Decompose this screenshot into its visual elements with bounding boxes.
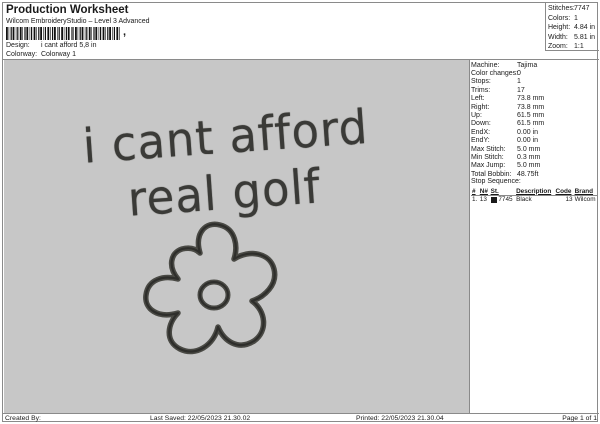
info-value: 5.0 mm — [517, 145, 541, 153]
software-subtitle: Wilcom EmbroideryStudio – Level 3 Advanc… — [6, 18, 150, 25]
info-value: 0.00 in — [517, 137, 539, 145]
col-code: Code — [555, 187, 572, 195]
design-label: Design: — [6, 42, 30, 49]
info-label: Max Jump: — [471, 162, 506, 170]
col-needle: N# — [479, 187, 488, 195]
flower-outline — [143, 221, 278, 355]
col-index: # — [472, 187, 476, 195]
worksheet-title: Production Worksheet — [6, 4, 129, 16]
info-row: Machine: Tajima — [471, 61, 598, 69]
panel-divider — [469, 59, 470, 413]
footer-page: Page 1 of 1 — [562, 415, 597, 422]
info-value: 17 — [517, 86, 525, 94]
info-value: 0.3 mm — [517, 153, 541, 161]
barcode — [6, 27, 120, 40]
info-row: Left: 73.8 mm — [471, 95, 598, 103]
info-row: Right: 73.8 mm — [471, 103, 598, 111]
stat-colors: Colors: 1 — [548, 14, 578, 22]
info-row: EndY: 0.00 in — [471, 137, 598, 145]
info-value: 5.0 mm — [517, 162, 541, 170]
info-label: Left: — [471, 95, 485, 103]
info-row: Max Jump: 5.0 mm — [471, 162, 598, 170]
col-stitches: St. — [490, 187, 499, 195]
info-label: Down: — [471, 120, 491, 128]
info-label: Max Stitch: — [471, 145, 506, 153]
footer-last-saved: Last Saved: 22/05/2023 21.30.02 — [150, 415, 251, 422]
info-row: Max Stitch: 5.0 mm — [471, 145, 598, 153]
thread-swatch — [490, 196, 497, 203]
design-preview: i cant afford real golf — [4, 60, 469, 413]
info-label: Min Stitch: — [471, 153, 504, 161]
info-value: 0.00 in — [517, 128, 539, 136]
info-value: 73.8 mm — [517, 95, 545, 103]
stats-box: Stitches: 7747 Colors: 1 Height: 4.84 in Wi… — [545, 3, 599, 51]
worksheet: Production Worksheet Wilcom EmbroiderySt… — [2, 2, 599, 423]
footer-created-by: Created By: — [5, 415, 41, 422]
stat-zoom: Zoom: 1:1 — [548, 43, 584, 51]
stop-sequence-table: # N# St. Description Code Brand 1. 13 77… — [471, 187, 598, 203]
info-value: 48.75ft — [517, 170, 539, 178]
stat-height: Height: 4.84 in — [548, 24, 596, 32]
design-line-1: i cant afford — [81, 98, 370, 175]
info-label: Machine: — [471, 61, 500, 69]
info-label: Up: — [471, 112, 482, 120]
info-row: Trims: 17 — [471, 86, 598, 94]
info-row: Total Bobbin: 48.75ft — [471, 170, 598, 178]
info-value: Tajima — [517, 61, 538, 69]
info-label: EndY: — [471, 137, 490, 145]
row-code: 13 — [565, 196, 573, 204]
row-brand: Wilcom — [574, 196, 596, 204]
row-description: Black — [516, 196, 532, 204]
table-row: 1. 13 7745 Black 13 Wilcom — [471, 195, 598, 203]
info-row: EndX: 0.00 in — [471, 128, 598, 136]
info-label: Total Bobbin: — [471, 170, 512, 178]
info-value: 73.8 mm — [517, 103, 545, 111]
info-value: 61.5 mm — [517, 112, 545, 120]
row-needle: 13 — [479, 196, 487, 204]
info-value: 61.5 mm — [517, 120, 545, 128]
info-row: Min Stitch: 0.3 mm — [471, 153, 598, 161]
info-label: Stops: — [471, 78, 491, 86]
info-label: Color changes: — [471, 70, 519, 78]
col-brand: Brand — [574, 187, 594, 195]
footer: Created By: Last Saved: 22/05/2023 21.30… — [3, 413, 599, 423]
row-stitches: 7745 — [490, 195, 515, 203]
info-row: Down: 61.5 mm — [471, 120, 598, 128]
design-row: Design: i cant afford 5,8 in — [6, 42, 96, 49]
row-index: 1. — [472, 196, 478, 204]
info-row: Stops: 1 — [471, 78, 598, 86]
info-row: Color changes: 0 — [471, 69, 598, 77]
machine-info-panel: Machine: Tajima Color changes: 0 Stops: 1 Trim… — [471, 61, 598, 203]
info-label: Trims: — [471, 86, 491, 94]
design-value: i cant afford 5,8 in — [40, 42, 97, 49]
info-row: Up: 61.5 mm — [471, 111, 598, 119]
info-value: 1 — [517, 78, 521, 86]
info-label: Right: — [471, 103, 490, 111]
stop-sequence-title: Stop Sequence: — [471, 178, 521, 186]
info-label: EndX: — [471, 128, 491, 136]
colorway-value: Colorway 1 — [40, 51, 76, 58]
col-description: Description — [516, 187, 552, 195]
stop-table-header: # N# St. Description Code Brand — [471, 187, 598, 195]
colorway-row: Colorway: Colorway 1 — [6, 51, 76, 58]
info-value: 0 — [517, 70, 521, 78]
colorway-label: Colorway: — [6, 51, 38, 58]
stat-stitches: Stitches: 7747 — [548, 5, 590, 13]
barcode-tail: , — [123, 26, 127, 38]
footer-printed: Printed: 22/05/2023 21.30.04 — [356, 415, 444, 422]
stat-width: Width: 5.81 in — [548, 33, 596, 41]
